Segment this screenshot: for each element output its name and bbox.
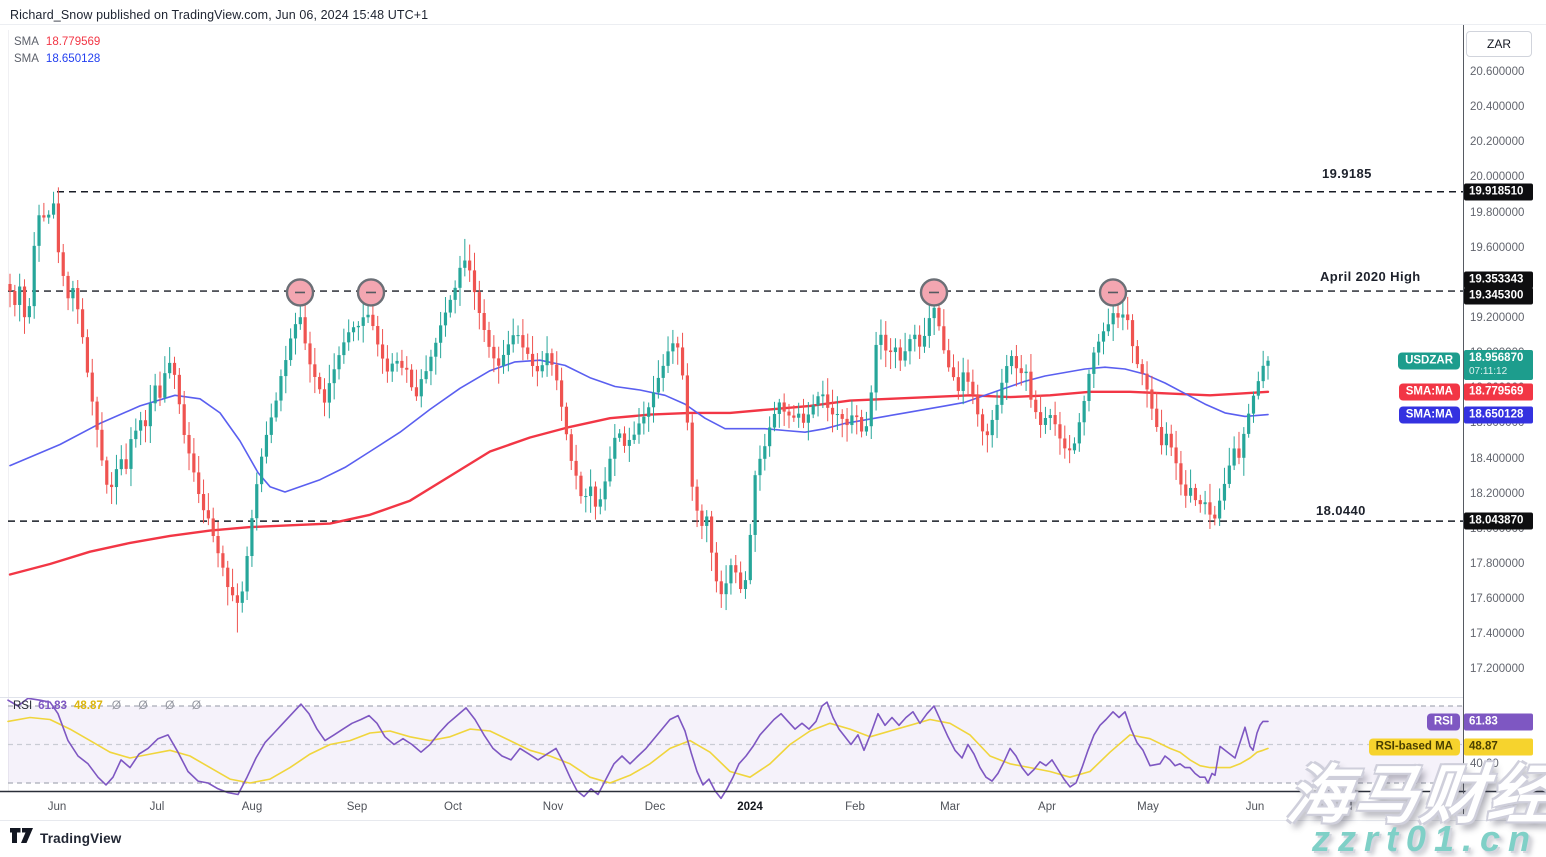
time-axis-label-apr[interactable]: Apr: [1038, 801, 1056, 813]
sma-slow-value: 18.650128: [46, 53, 100, 65]
sma-fast-name-badge: SMA:MA: [1399, 383, 1460, 400]
tradingview-brand-text: TradingView: [40, 831, 121, 846]
time-axis-label-dec[interactable]: Dec: [645, 801, 665, 813]
price-axis-tick[interactable]: 19.600000: [1470, 242, 1524, 254]
last-price-value: 18.956870: [1469, 352, 1528, 365]
currency-toggle-button[interactable]: ZAR: [1466, 31, 1532, 57]
level-annotation-18-0440: 18.0440: [1316, 503, 1366, 518]
level-price-badge: 19.345300: [1464, 288, 1533, 305]
time-axis-label-sep[interactable]: Sep: [347, 801, 367, 813]
sma-slow-price-badge: 18.650128: [1464, 406, 1533, 423]
price-axis-tick[interactable]: 17.400000: [1470, 628, 1524, 640]
price-axis-tick[interactable]: 20.400000: [1470, 101, 1524, 113]
price-axis-tick[interactable]: 19.800000: [1470, 207, 1524, 219]
price-chart-canvas[interactable]: [0, 0, 1546, 857]
time-axis-label-2024[interactable]: 2024: [737, 801, 763, 813]
sma-fast-legend-row[interactable]: SMA 18.779569: [14, 34, 100, 51]
sma-fast-label: SMA: [14, 36, 39, 48]
time-axis-label-aug[interactable]: Aug: [242, 801, 262, 813]
level-price-badge: 19.918510: [1464, 183, 1533, 200]
watermark-url: zzrt01.cn: [1312, 818, 1538, 857]
symbol-name-badge: USDZAR: [1398, 352, 1460, 369]
tradingview-logo-icon: [10, 828, 33, 848]
rsi-value: 61.83: [38, 700, 67, 712]
time-axis-label-nov[interactable]: Nov: [543, 801, 563, 813]
sma-legend: SMA 18.779569 SMA 18.650128: [14, 34, 100, 68]
price-axis-tick[interactable]: 20.600000: [1470, 66, 1524, 78]
rsi-value-badge: 61.83: [1464, 713, 1533, 730]
sma-slow-legend-row[interactable]: SMA 18.650128: [14, 51, 100, 68]
price-axis-tick[interactable]: 20.200000: [1470, 136, 1524, 148]
bar-countdown: 07:11:12: [1469, 365, 1528, 378]
price-axis-tick[interactable]: 18.400000: [1470, 453, 1524, 465]
sma-fast-value: 18.779569: [46, 36, 100, 48]
rsi-indicator-legend[interactable]: RSI 61.83 48.87 Ø Ø Ø Ø: [13, 698, 208, 712]
price-axis-tick[interactable]: 17.600000: [1470, 593, 1524, 605]
time-axis-label-jun[interactable]: Jun: [48, 801, 67, 813]
rsi-name-badge: RSI: [1427, 713, 1460, 730]
tradingview-chart-page: Richard_Snow published on TradingView.co…: [0, 0, 1546, 857]
level-annotation-april-2020-high: April 2020 High: [1320, 269, 1421, 284]
sma-fast-price-badge: 18.779569: [1464, 383, 1533, 400]
level-annotation-19-9185: 19.9185: [1322, 166, 1372, 181]
rsi-label: RSI: [13, 700, 32, 712]
time-axis-label-mar[interactable]: Mar: [940, 801, 960, 813]
time-axis-label-oct[interactable]: Oct: [444, 801, 462, 813]
last-price-badge: 18.95687007:11:12: [1464, 350, 1533, 380]
price-axis-tick[interactable]: 20.000000: [1470, 171, 1524, 183]
sma-slow-label: SMA: [14, 53, 39, 65]
rsi-hidden-values-icons: Ø Ø Ø Ø: [112, 698, 208, 712]
publish-header: Richard_Snow published on TradingView.co…: [10, 8, 428, 22]
time-axis-label-may[interactable]: May: [1137, 801, 1159, 813]
price-axis-tick[interactable]: 17.200000: [1470, 663, 1524, 675]
time-axis-label-feb[interactable]: Feb: [845, 801, 865, 813]
level-price-badge: 18.043870: [1464, 513, 1533, 530]
price-axis-tick[interactable]: 18.200000: [1470, 488, 1524, 500]
time-axis-label-jul[interactable]: Jul: [150, 801, 165, 813]
price-axis-tick[interactable]: 19.200000: [1470, 312, 1524, 324]
price-axis-tick[interactable]: 17.800000: [1470, 558, 1524, 570]
time-axis-label-jun[interactable]: Jun: [1246, 801, 1265, 813]
tradingview-footer[interactable]: TradingView: [10, 828, 121, 848]
rsi-ma-value: 48.87: [74, 700, 103, 712]
sma-slow-name-badge: SMA:MA: [1399, 406, 1460, 423]
level-price-badge: 19.353343: [1464, 272, 1533, 289]
